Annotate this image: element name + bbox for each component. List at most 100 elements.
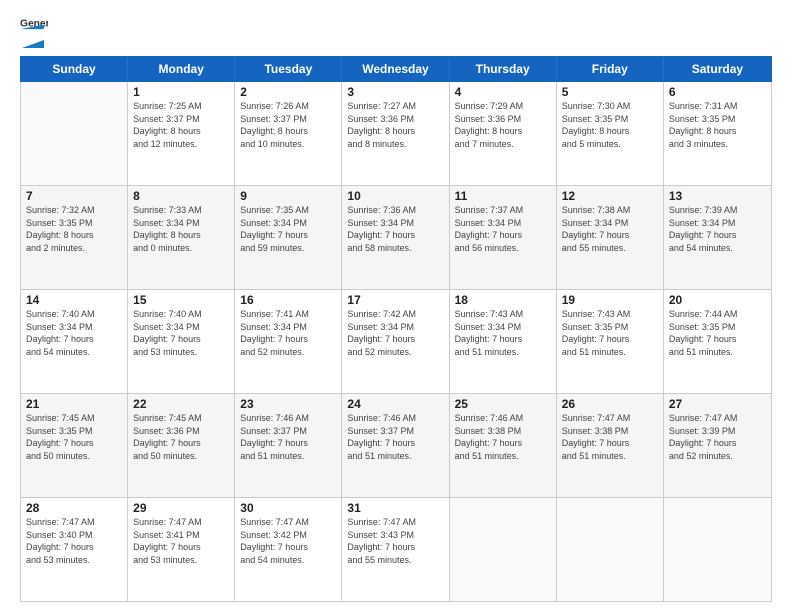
- day-header-sunday: Sunday: [21, 57, 128, 81]
- day-header-tuesday: Tuesday: [235, 57, 342, 81]
- cell-sun-info: Sunrise: 7:47 AMSunset: 3:43 PMDaylight:…: [347, 516, 443, 566]
- cell-sun-info: Sunrise: 7:43 AMSunset: 3:35 PMDaylight:…: [562, 308, 658, 358]
- day-header-monday: Monday: [128, 57, 235, 81]
- cell-day-number: 31: [347, 501, 443, 515]
- cal-cell-1: 1Sunrise: 7:25 AMSunset: 3:37 PMDaylight…: [128, 82, 235, 185]
- cell-day-number: 4: [455, 85, 551, 99]
- cell-sun-info: Sunrise: 7:26 AMSunset: 3:37 PMDaylight:…: [240, 100, 336, 150]
- cal-cell-9: 9Sunrise: 7:35 AMSunset: 3:34 PMDaylight…: [235, 186, 342, 289]
- cell-day-number: 16: [240, 293, 336, 307]
- cell-sun-info: Sunrise: 7:46 AMSunset: 3:38 PMDaylight:…: [455, 412, 551, 462]
- cell-day-number: 15: [133, 293, 229, 307]
- cell-day-number: 2: [240, 85, 336, 99]
- day-header-thursday: Thursday: [450, 57, 557, 81]
- cell-sun-info: Sunrise: 7:33 AMSunset: 3:34 PMDaylight:…: [133, 204, 229, 254]
- cell-day-number: 10: [347, 189, 443, 203]
- cell-day-number: 25: [455, 397, 551, 411]
- cal-cell-14: 14Sunrise: 7:40 AMSunset: 3:34 PMDayligh…: [21, 290, 128, 393]
- cell-sun-info: Sunrise: 7:43 AMSunset: 3:34 PMDaylight:…: [455, 308, 551, 358]
- cell-day-number: 29: [133, 501, 229, 515]
- calendar-row-5: 28Sunrise: 7:47 AMSunset: 3:40 PMDayligh…: [21, 498, 771, 601]
- day-header-wednesday: Wednesday: [342, 57, 449, 81]
- cell-sun-info: Sunrise: 7:27 AMSunset: 3:36 PMDaylight:…: [347, 100, 443, 150]
- cell-sun-info: Sunrise: 7:38 AMSunset: 3:34 PMDaylight:…: [562, 204, 658, 254]
- cal-cell-12: 12Sunrise: 7:38 AMSunset: 3:34 PMDayligh…: [557, 186, 664, 289]
- cell-day-number: 13: [669, 189, 766, 203]
- calendar: SundayMondayTuesdayWednesdayThursdayFrid…: [20, 56, 772, 602]
- cell-sun-info: Sunrise: 7:47 AMSunset: 3:38 PMDaylight:…: [562, 412, 658, 462]
- cell-day-number: 12: [562, 189, 658, 203]
- cal-cell-11: 11Sunrise: 7:37 AMSunset: 3:34 PMDayligh…: [450, 186, 557, 289]
- cell-day-number: 27: [669, 397, 766, 411]
- cell-sun-info: Sunrise: 7:37 AMSunset: 3:34 PMDaylight:…: [455, 204, 551, 254]
- cal-cell-28: 28Sunrise: 7:47 AMSunset: 3:40 PMDayligh…: [21, 498, 128, 601]
- cell-sun-info: Sunrise: 7:45 AMSunset: 3:36 PMDaylight:…: [133, 412, 229, 462]
- empty-cell: [450, 498, 557, 601]
- cell-sun-info: Sunrise: 7:42 AMSunset: 3:34 PMDaylight:…: [347, 308, 443, 358]
- cell-day-number: 20: [669, 293, 766, 307]
- cal-cell-15: 15Sunrise: 7:40 AMSunset: 3:34 PMDayligh…: [128, 290, 235, 393]
- page-header: General: [20, 18, 772, 48]
- cal-cell-30: 30Sunrise: 7:47 AMSunset: 3:42 PMDayligh…: [235, 498, 342, 601]
- cell-day-number: 30: [240, 501, 336, 515]
- day-header-friday: Friday: [557, 57, 664, 81]
- cal-cell-21: 21Sunrise: 7:45 AMSunset: 3:35 PMDayligh…: [21, 394, 128, 497]
- calendar-row-3: 14Sunrise: 7:40 AMSunset: 3:34 PMDayligh…: [21, 290, 771, 394]
- cell-sun-info: Sunrise: 7:45 AMSunset: 3:35 PMDaylight:…: [26, 412, 122, 462]
- cell-day-number: 17: [347, 293, 443, 307]
- cal-cell-27: 27Sunrise: 7:47 AMSunset: 3:39 PMDayligh…: [664, 394, 771, 497]
- cal-cell-24: 24Sunrise: 7:46 AMSunset: 3:37 PMDayligh…: [342, 394, 449, 497]
- cal-cell-22: 22Sunrise: 7:45 AMSunset: 3:36 PMDayligh…: [128, 394, 235, 497]
- empty-cell: [557, 498, 664, 601]
- cell-day-number: 7: [26, 189, 122, 203]
- cell-day-number: 28: [26, 501, 122, 515]
- cell-day-number: 19: [562, 293, 658, 307]
- cell-sun-info: Sunrise: 7:46 AMSunset: 3:37 PMDaylight:…: [347, 412, 443, 462]
- cell-day-number: 26: [562, 397, 658, 411]
- cell-sun-info: Sunrise: 7:46 AMSunset: 3:37 PMDaylight:…: [240, 412, 336, 462]
- cell-sun-info: Sunrise: 7:47 AMSunset: 3:39 PMDaylight:…: [669, 412, 766, 462]
- calendar-row-4: 21Sunrise: 7:45 AMSunset: 3:35 PMDayligh…: [21, 394, 771, 498]
- cell-sun-info: Sunrise: 7:31 AMSunset: 3:35 PMDaylight:…: [669, 100, 766, 150]
- cal-cell-19: 19Sunrise: 7:43 AMSunset: 3:35 PMDayligh…: [557, 290, 664, 393]
- cal-cell-20: 20Sunrise: 7:44 AMSunset: 3:35 PMDayligh…: [664, 290, 771, 393]
- cell-sun-info: Sunrise: 7:32 AMSunset: 3:35 PMDaylight:…: [26, 204, 122, 254]
- cal-cell-10: 10Sunrise: 7:36 AMSunset: 3:34 PMDayligh…: [342, 186, 449, 289]
- cal-cell-29: 29Sunrise: 7:47 AMSunset: 3:41 PMDayligh…: [128, 498, 235, 601]
- cell-day-number: 9: [240, 189, 336, 203]
- cal-cell-16: 16Sunrise: 7:41 AMSunset: 3:34 PMDayligh…: [235, 290, 342, 393]
- cell-day-number: 8: [133, 189, 229, 203]
- logo-icon: General: [20, 16, 48, 30]
- calendar-row-1: 1Sunrise: 7:25 AMSunset: 3:37 PMDaylight…: [21, 82, 771, 186]
- cal-cell-5: 5Sunrise: 7:30 AMSunset: 3:35 PMDaylight…: [557, 82, 664, 185]
- cell-day-number: 21: [26, 397, 122, 411]
- day-header-saturday: Saturday: [664, 57, 771, 81]
- cell-sun-info: Sunrise: 7:35 AMSunset: 3:34 PMDaylight:…: [240, 204, 336, 254]
- cal-cell-17: 17Sunrise: 7:42 AMSunset: 3:34 PMDayligh…: [342, 290, 449, 393]
- cal-cell-8: 8Sunrise: 7:33 AMSunset: 3:34 PMDaylight…: [128, 186, 235, 289]
- logo: General: [20, 18, 48, 48]
- cal-cell-25: 25Sunrise: 7:46 AMSunset: 3:38 PMDayligh…: [450, 394, 557, 497]
- calendar-header: SundayMondayTuesdayWednesdayThursdayFrid…: [20, 56, 772, 82]
- empty-cell: [21, 82, 128, 185]
- calendar-page: General SundayMondayTuesdayWednesdayThur…: [0, 0, 792, 612]
- cal-cell-3: 3Sunrise: 7:27 AMSunset: 3:36 PMDaylight…: [342, 82, 449, 185]
- cell-day-number: 22: [133, 397, 229, 411]
- logo-arrow-icon: [22, 32, 44, 48]
- cell-sun-info: Sunrise: 7:47 AMSunset: 3:41 PMDaylight:…: [133, 516, 229, 566]
- cell-sun-info: Sunrise: 7:30 AMSunset: 3:35 PMDaylight:…: [562, 100, 658, 150]
- cell-sun-info: Sunrise: 7:47 AMSunset: 3:42 PMDaylight:…: [240, 516, 336, 566]
- cell-sun-info: Sunrise: 7:47 AMSunset: 3:40 PMDaylight:…: [26, 516, 122, 566]
- cell-sun-info: Sunrise: 7:39 AMSunset: 3:34 PMDaylight:…: [669, 204, 766, 254]
- cal-cell-26: 26Sunrise: 7:47 AMSunset: 3:38 PMDayligh…: [557, 394, 664, 497]
- calendar-row-2: 7Sunrise: 7:32 AMSunset: 3:35 PMDaylight…: [21, 186, 771, 290]
- calendar-body: 1Sunrise: 7:25 AMSunset: 3:37 PMDaylight…: [20, 82, 772, 602]
- cell-day-number: 3: [347, 85, 443, 99]
- cell-sun-info: Sunrise: 7:25 AMSunset: 3:37 PMDaylight:…: [133, 100, 229, 150]
- cell-day-number: 5: [562, 85, 658, 99]
- empty-cell: [664, 498, 771, 601]
- cell-day-number: 23: [240, 397, 336, 411]
- cell-day-number: 24: [347, 397, 443, 411]
- cal-cell-23: 23Sunrise: 7:46 AMSunset: 3:37 PMDayligh…: [235, 394, 342, 497]
- cell-sun-info: Sunrise: 7:40 AMSunset: 3:34 PMDaylight:…: [26, 308, 122, 358]
